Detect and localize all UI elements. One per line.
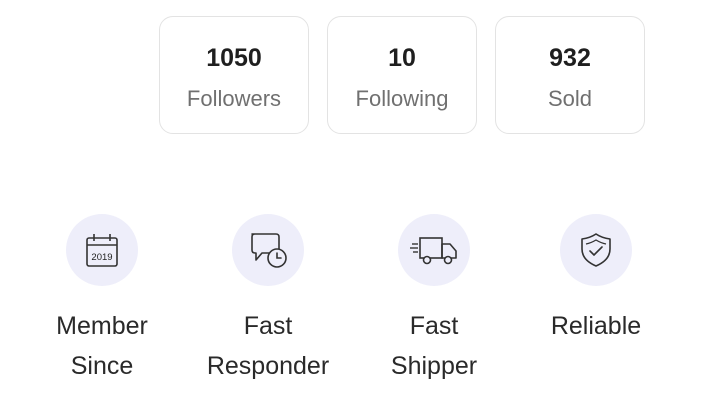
stat-card-followers[interactable]: 1050 Followers — [159, 16, 309, 134]
stat-card-following[interactable]: 10 Following — [327, 16, 477, 134]
chat-clock-icon — [232, 214, 304, 286]
badge-label-fast-responder: Fast Responder — [206, 312, 330, 380]
stat-card-sold: 932 Sold — [495, 16, 645, 134]
badge-label-reliable: Reliable — [550, 312, 642, 340]
shield-check-icon — [560, 214, 632, 286]
sold-count: 932 — [549, 44, 591, 72]
followers-label: Followers — [186, 86, 282, 111]
following-label: Following — [355, 86, 449, 111]
badge-label-fast-shipper: Fast Shipper — [390, 312, 478, 380]
followers-count: 1050 — [206, 44, 262, 72]
calendar-icon: 2019 — [66, 214, 138, 286]
badge-fast-shipper: Fast Shipper — [349, 214, 519, 386]
calendar-year-text: 2019 — [91, 252, 112, 263]
badge-reliable: Reliable — [511, 214, 681, 346]
sold-label: Sold — [547, 86, 593, 111]
badge-fast-responder: Fast Responder — [183, 214, 353, 386]
truck-icon — [398, 214, 470, 286]
badge-member-since: 2019 Member Since — [17, 214, 187, 386]
following-count: 10 — [388, 44, 416, 72]
badge-label-member-since: Member Since — [56, 312, 148, 380]
